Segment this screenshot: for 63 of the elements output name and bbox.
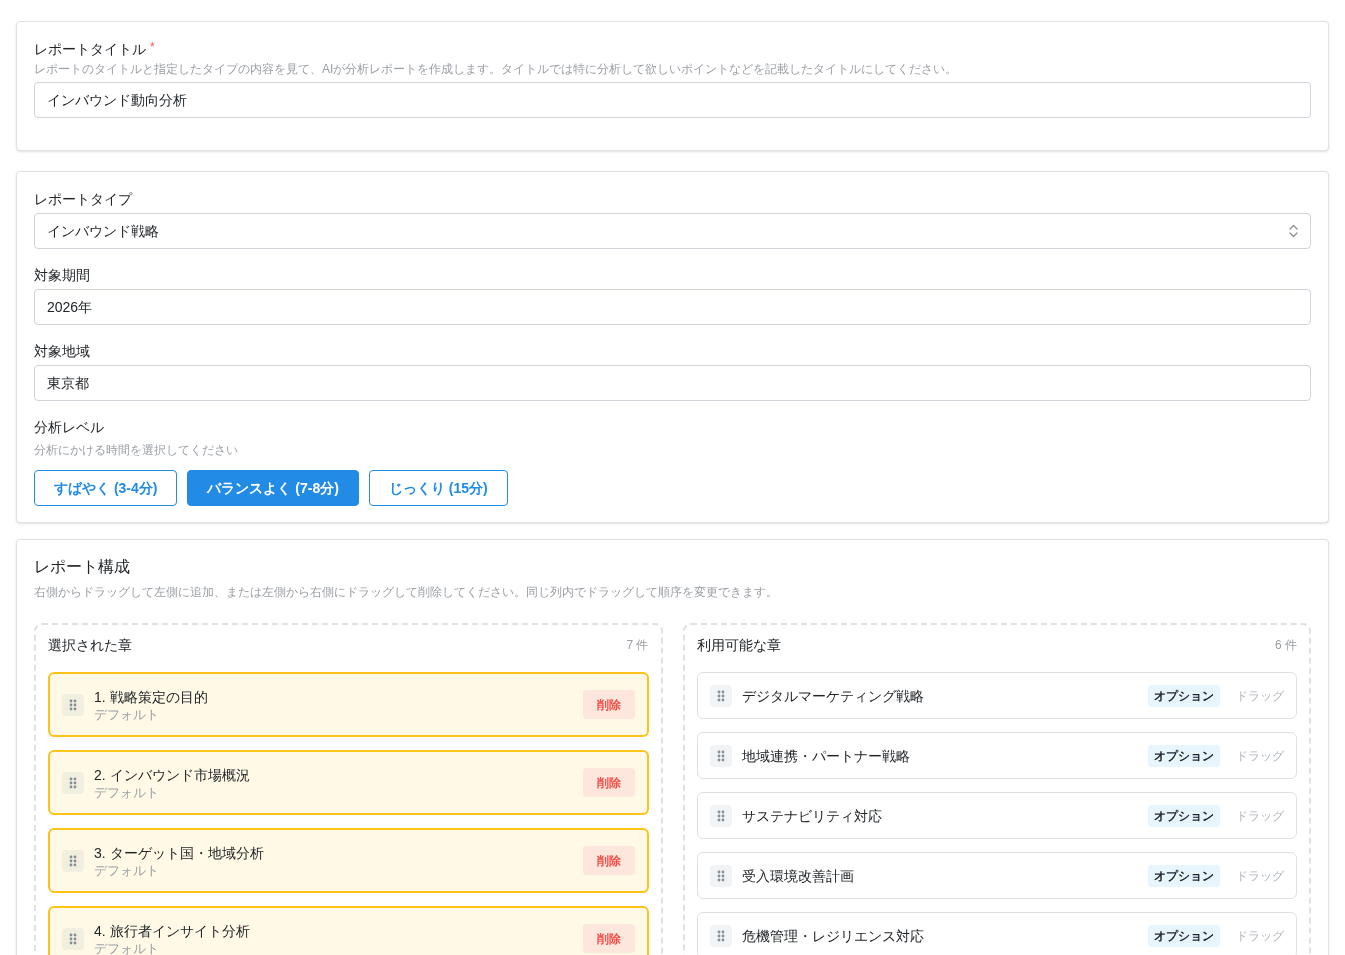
chapter-title: 2. インバウンド市場概況 xyxy=(94,765,250,785)
grip-icon[interactable] xyxy=(709,804,732,827)
option-tag: オプション xyxy=(1148,924,1220,947)
chapter-title: サステナビリティ対応 xyxy=(741,806,882,826)
field-label: 対象地域 xyxy=(34,342,91,361)
analysis-level-button[interactable]: バランスよく (7-8分) xyxy=(187,470,359,506)
chapter-title: 地域連携・パートナー戦略 xyxy=(741,746,910,766)
input-field[interactable]: インバウンド動向分析 xyxy=(34,82,1311,118)
selected-chapter-card[interactable]: 2. インバウンド市場概況 デフォルト 削除 xyxy=(48,750,649,815)
available-chapter-card[interactable]: 受入環境改善計画 オプション ドラッグ xyxy=(696,852,1297,899)
field-help-text: レポートのタイトルと指定したタイプの内容を見て、AIが分析レポートを作成します。タイトルでは特に分析して欲しいポイントなどを記載したタイトルにしてください。 xyxy=(34,61,959,77)
field-help-text: 分析にかける時間を選択してください xyxy=(34,442,239,458)
chapter-subtitle: デフォルト xyxy=(94,784,160,801)
grip-icon[interactable] xyxy=(62,849,84,872)
option-tag: オプション xyxy=(1148,744,1220,767)
grip-icon[interactable] xyxy=(709,864,732,887)
field-label: 対象期間 xyxy=(34,266,91,285)
item-count: 7 件 xyxy=(626,637,649,653)
drag-hint: ドラッグ xyxy=(1236,927,1284,944)
item-count: 6 件 xyxy=(1275,637,1297,653)
chapter-title: 4. 旅行者インサイト分析 xyxy=(94,921,250,941)
option-tag: オプション xyxy=(1148,684,1220,707)
analysis-level-button[interactable]: じっくり (15分) xyxy=(368,470,508,506)
drag-hint: ドラッグ xyxy=(1236,807,1284,824)
drag-hint: ドラッグ xyxy=(1236,687,1284,704)
available-chapter-card[interactable]: 危機管理・レジリエンス対応 オプション ドラッグ xyxy=(696,912,1297,955)
chapter-title: 3. ターゲット国・地域分析 xyxy=(94,843,264,863)
section-title: レポート構成 xyxy=(34,557,131,577)
selected-chapter-card[interactable]: 4. 旅行者インサイト分析 デフォルト 削除 xyxy=(48,906,649,955)
available-chapter-card[interactable]: デジタルマーケティング戦略 オプション ドラッグ xyxy=(696,672,1297,719)
chapter-subtitle: デフォルト xyxy=(94,862,160,879)
field-label: レポートタイトル xyxy=(34,40,146,59)
chapter-title: 危機管理・レジリエンス対応 xyxy=(741,926,924,946)
drag-hint: ドラッグ xyxy=(1236,747,1284,764)
selected-chapter-card[interactable]: 3. ターゲット国・地域分析 デフォルト 削除 xyxy=(48,828,649,893)
grip-icon[interactable] xyxy=(62,771,84,794)
chapter-title: デジタルマーケティング戦略 xyxy=(741,686,924,706)
grip-icon[interactable] xyxy=(62,927,84,950)
select-field[interactable]: インバウンド戦略 xyxy=(34,213,1311,249)
input-field[interactable]: 2026年 xyxy=(34,289,1311,325)
chapter-title: 受入環境改善計画 xyxy=(741,866,854,886)
grip-icon[interactable] xyxy=(62,693,84,716)
required-mark: * xyxy=(150,39,155,55)
chapter-subtitle: デフォルト xyxy=(94,706,160,723)
option-tag: オプション xyxy=(1148,864,1220,887)
selected-chapter-card[interactable]: 1. 戦略策定の目的 デフォルト 削除 xyxy=(48,672,649,737)
panel-title: 利用可能な章 xyxy=(696,636,781,655)
field-label: 分析レベル xyxy=(34,418,105,437)
grip-icon[interactable] xyxy=(709,924,732,947)
chapter-subtitle: デフォルト xyxy=(94,940,160,955)
chapter-title: 1. 戦略策定の目的 xyxy=(94,687,208,707)
grip-icon[interactable] xyxy=(709,744,732,767)
available-chapter-card[interactable]: 地域連携・パートナー戦略 オプション ドラッグ xyxy=(696,732,1297,779)
analysis-level-button[interactable]: すばやく (3-4分) xyxy=(34,470,178,506)
field-label: レポートタイプ xyxy=(34,190,134,209)
grip-icon[interactable] xyxy=(709,684,732,707)
input-field[interactable]: 東京都 xyxy=(34,365,1311,401)
drag-hint: ドラッグ xyxy=(1236,867,1284,884)
chevron-up-down-icon xyxy=(1289,224,1298,238)
available-chapter-card[interactable]: サステナビリティ対応 オプション ドラッグ xyxy=(696,792,1297,839)
panel-title: 選択された章 xyxy=(48,636,132,655)
option-tag: オプション xyxy=(1148,804,1220,827)
section-help-text: 右側からドラッグして左側に追加、または左側から右側にドラッグして削除してください。同じ列内でドラッグして順序を変更できます。 xyxy=(34,584,779,600)
